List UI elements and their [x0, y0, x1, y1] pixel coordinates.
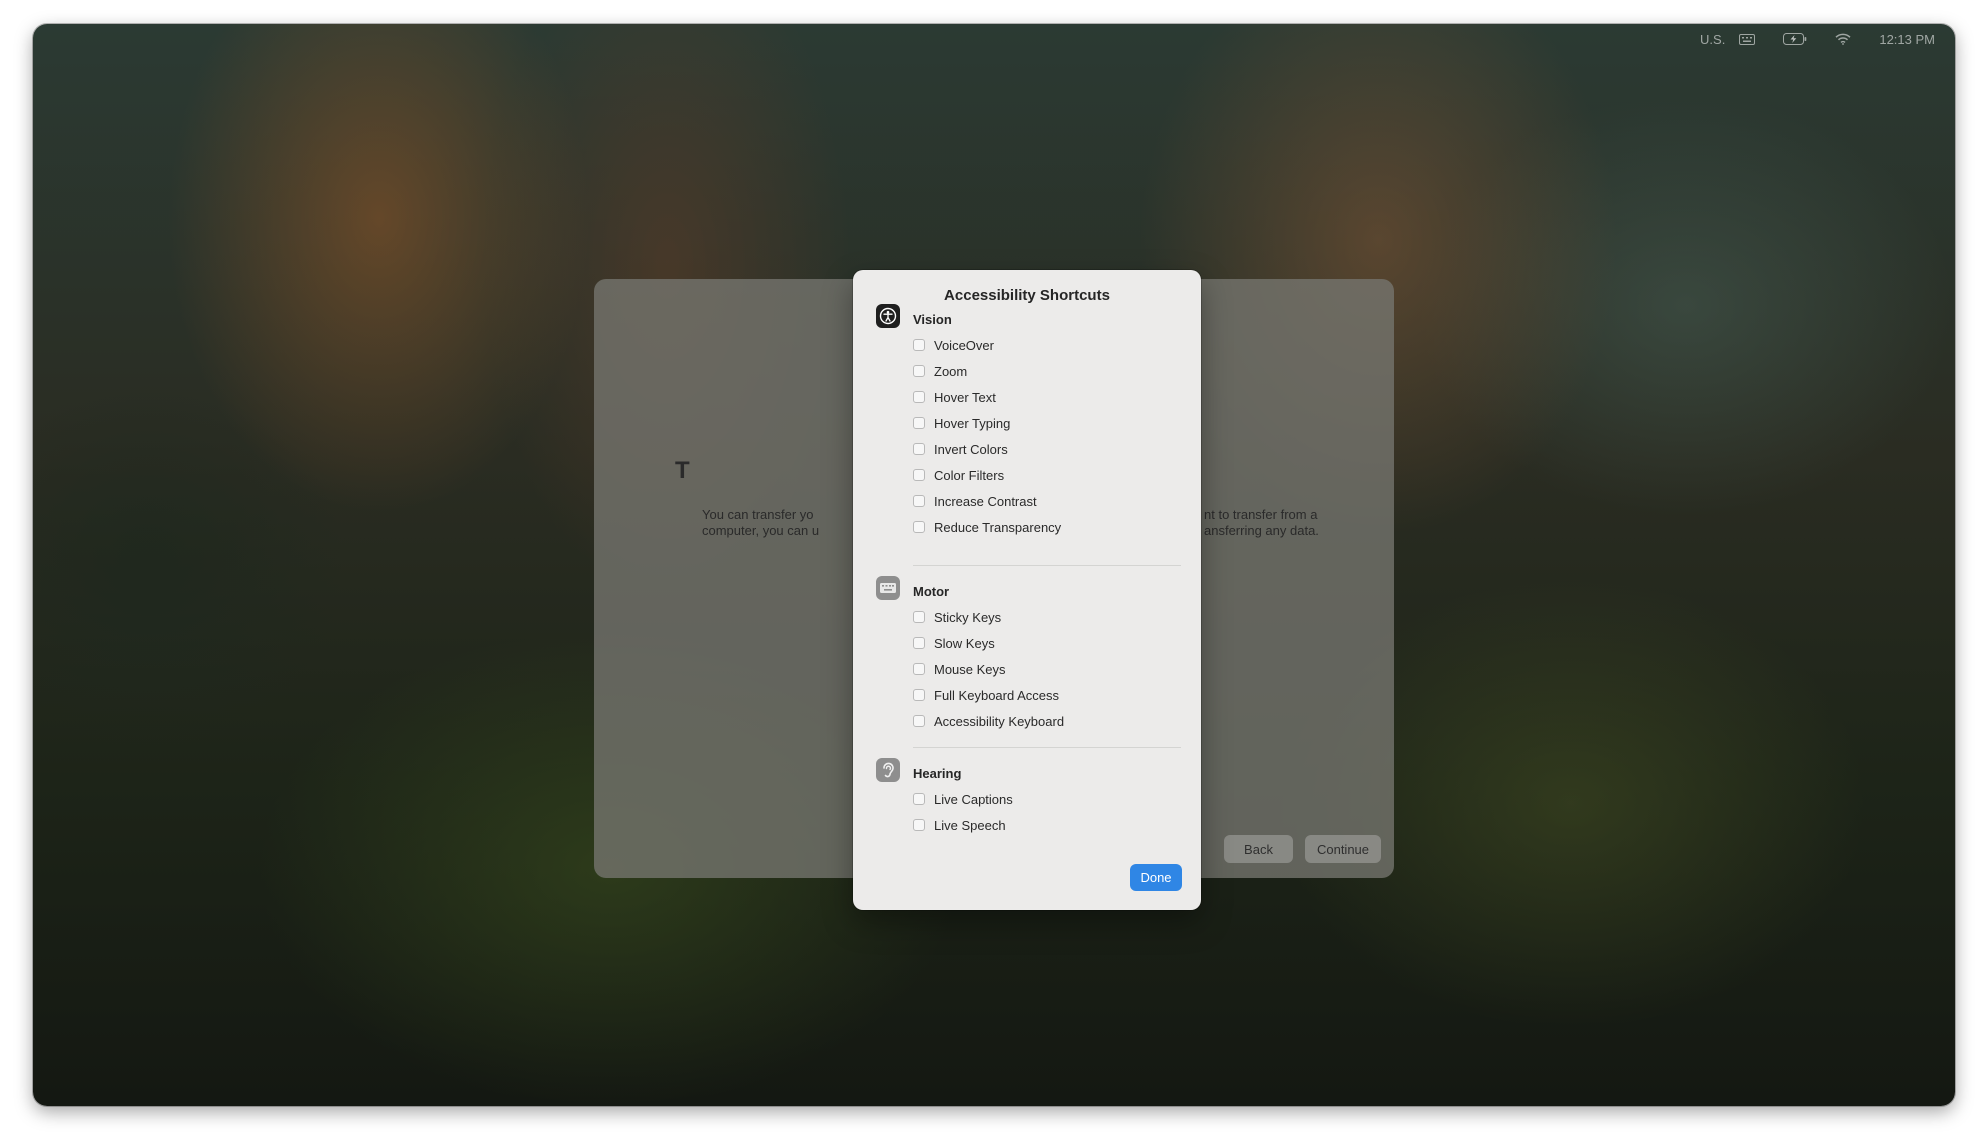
section-label-hearing: Hearing: [913, 766, 962, 781]
setup-body-left-line1: You can transfer yo: [702, 507, 814, 522]
checkbox-zoom[interactable]: [913, 365, 925, 377]
option-label: Increase Contrast: [934, 493, 1037, 509]
option-sticky-keys[interactable]: Sticky Keys: [913, 608, 1001, 626]
keyboard-icon: [876, 576, 900, 600]
accessibility-icon: [876, 304, 900, 328]
setup-body-left-line2: computer, you can u: [702, 523, 820, 538]
option-label: Live Speech: [934, 817, 1006, 833]
option-increase-contrast[interactable]: Increase Contrast: [913, 492, 1037, 510]
option-live-captions[interactable]: Live Captions: [913, 790, 1013, 808]
option-label: Live Captions: [934, 791, 1013, 807]
option-label: Slow Keys: [934, 635, 995, 651]
desktop: U.S. 12:13 PM T You can transfer yo comp…: [33, 24, 1955, 1106]
option-reduce-transparency[interactable]: Reduce Transparency: [913, 518, 1061, 536]
setup-body-right: nt to transfer from a ansferring any dat…: [1204, 507, 1319, 539]
option-color-filters[interactable]: Color Filters: [913, 466, 1004, 484]
checkbox-color-filters[interactable]: [913, 469, 925, 481]
option-full-keyboard-access[interactable]: Full Keyboard Access: [913, 686, 1059, 704]
option-label: Hover Typing: [934, 415, 1011, 431]
section-label-vision: Vision: [913, 312, 952, 327]
setup-title-left: T: [675, 457, 690, 484]
section-label-motor: Motor: [913, 584, 950, 599]
option-label: Sticky Keys: [934, 609, 1002, 625]
option-label: Reduce Transparency: [934, 519, 1062, 535]
option-label: VoiceOver: [934, 337, 994, 353]
option-zoom[interactable]: Zoom: [913, 362, 967, 380]
battery-charging-icon[interactable]: [1783, 33, 1807, 45]
option-hover-typing[interactable]: Hover Typing: [913, 414, 1010, 432]
accessibility-shortcuts-dialog: Accessibility Shortcuts Vision VoiceOver…: [853, 270, 1201, 910]
option-accessibility-keyboard[interactable]: Accessibility Keyboard: [913, 712, 1064, 730]
checkbox-accessibility-keyboard[interactable]: [913, 715, 925, 727]
continue-button[interactable]: Continue: [1305, 835, 1381, 863]
clock[interactable]: 12:13 PM: [1879, 32, 1935, 47]
setup-body-left: You can transfer yo computer, you can u: [702, 507, 819, 539]
checkbox-hover-typing[interactable]: [913, 417, 925, 429]
wifi-icon[interactable]: [1835, 33, 1851, 45]
option-label: Hover Text: [934, 389, 996, 405]
checkbox-invert-colors[interactable]: [913, 443, 925, 455]
setup-body-right-line2: ansferring any data.: [1204, 523, 1319, 538]
checkbox-increase-contrast[interactable]: [913, 495, 925, 507]
option-label: Color Filters: [934, 467, 1005, 483]
option-invert-colors[interactable]: Invert Colors: [913, 440, 1008, 458]
option-label: Zoom: [934, 363, 968, 379]
option-label: Full Keyboard Access: [934, 687, 1060, 703]
option-label: Mouse Keys: [934, 661, 1006, 677]
checkbox-mouse-keys[interactable]: [913, 663, 925, 675]
done-button[interactable]: Done: [1130, 864, 1182, 891]
setup-body-right-line1: nt to transfer from a: [1204, 507, 1318, 522]
dialog-title: Accessibility Shortcuts: [944, 287, 1110, 304]
checkbox-reduce-transparency[interactable]: [913, 521, 925, 533]
checkbox-live-speech[interactable]: [913, 819, 925, 831]
ear-icon: [876, 758, 900, 782]
option-label: Invert Colors: [934, 441, 1008, 457]
input-source-label[interactable]: U.S.: [1700, 32, 1725, 47]
option-mouse-keys[interactable]: Mouse Keys: [913, 660, 1006, 678]
menu-bar: U.S. 12:13 PM: [1700, 24, 1955, 54]
option-voiceover[interactable]: VoiceOver: [913, 336, 994, 354]
checkbox-live-captions[interactable]: [913, 793, 925, 805]
keyboard-icon[interactable]: [1739, 33, 1756, 45]
checkbox-slow-keys[interactable]: [913, 637, 925, 649]
back-button[interactable]: Back: [1224, 835, 1293, 863]
option-slow-keys[interactable]: Slow Keys: [913, 634, 995, 652]
checkbox-sticky-keys[interactable]: [913, 611, 925, 623]
option-label: Accessibility Keyboard: [934, 713, 1065, 729]
checkbox-full-keyboard-access[interactable]: [913, 689, 925, 701]
option-hover-text[interactable]: Hover Text: [913, 388, 996, 406]
option-live-speech[interactable]: Live Speech: [913, 816, 1006, 834]
checkbox-voiceover[interactable]: [913, 339, 925, 351]
checkbox-hover-text[interactable]: [913, 391, 925, 403]
section-divider: [913, 565, 1181, 566]
section-divider: [913, 747, 1181, 748]
